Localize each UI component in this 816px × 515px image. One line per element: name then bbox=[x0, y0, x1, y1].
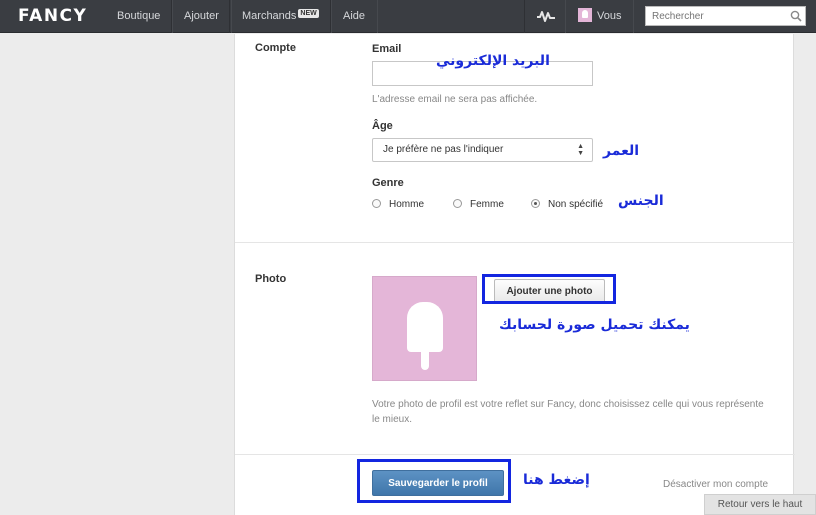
radio-label: Homme bbox=[389, 199, 425, 210]
nav-label: Marchands bbox=[242, 10, 297, 22]
radio-circle-icon bbox=[453, 199, 462, 208]
email-help-text: L'adresse email ne sera pas affichée. bbox=[372, 94, 538, 105]
age-select[interactable]: Je préfère ne pas l'indiquer ▲ ▼ bbox=[372, 138, 593, 162]
section-divider bbox=[235, 242, 795, 243]
annotation-photo: يمكنك تحميل صورة لحسابك bbox=[499, 317, 690, 333]
top-nav-bar: FANCY Boutique Ajouter Marchands NEW Aide… bbox=[0, 0, 816, 33]
annotation-save: إضغط هنا bbox=[523, 472, 590, 488]
popsicle-stick bbox=[421, 350, 429, 370]
radio-non-specifie[interactable]: Non spécifié bbox=[531, 199, 603, 210]
email-label: Email bbox=[372, 43, 402, 55]
radio-circle-icon bbox=[372, 199, 381, 208]
activity-button[interactable] bbox=[524, 0, 566, 33]
avatar bbox=[578, 8, 592, 22]
nav-label: Aide bbox=[343, 10, 366, 22]
radio-label: Non spécifié bbox=[548, 199, 604, 210]
profile-photo-placeholder bbox=[372, 276, 477, 381]
search-icon[interactable] bbox=[789, 9, 803, 23]
nav-label: Boutique bbox=[117, 10, 161, 22]
section-title-photo: Photo bbox=[255, 273, 287, 285]
popsicle-icon bbox=[407, 302, 443, 352]
photo-help-text: Votre photo de profil est votre reflet s… bbox=[372, 399, 764, 425]
deactivate-account-link[interactable]: Désactiver mon compte bbox=[663, 479, 768, 490]
nav-item-boutique[interactable]: Boutique bbox=[105, 0, 174, 33]
annotation-email: البريد الإلكتروني bbox=[436, 53, 550, 69]
new-badge: NEW bbox=[298, 9, 319, 18]
radio-checked-icon bbox=[531, 199, 540, 208]
select-arrows-icon: ▲ ▼ bbox=[577, 143, 584, 157]
nav-item-marchands[interactable]: Marchands NEW bbox=[229, 0, 332, 33]
radio-label: Femme bbox=[470, 199, 504, 210]
age-selected-value: Je préfère ne pas l'indiquer bbox=[383, 144, 504, 155]
radio-homme[interactable]: Homme bbox=[372, 199, 424, 210]
user-menu[interactable]: Vous bbox=[566, 0, 635, 33]
fancy-logo[interactable]: FANCY bbox=[18, 6, 87, 26]
annotation-gender: الجنس bbox=[618, 193, 664, 209]
annotation-box-add-photo bbox=[482, 274, 616, 304]
nav-item-ajouter[interactable]: Ajouter bbox=[171, 0, 232, 33]
nav-item-aide[interactable]: Aide bbox=[330, 0, 379, 33]
back-to-top-button[interactable]: Retour vers le haut bbox=[704, 494, 816, 515]
radio-femme[interactable]: Femme bbox=[453, 199, 504, 210]
annotation-age: العمر bbox=[603, 143, 640, 159]
gender-label: Genre bbox=[372, 177, 404, 189]
activity-icon bbox=[537, 11, 555, 22]
section-title-account: Compte bbox=[255, 42, 296, 54]
nav-label: Ajouter bbox=[184, 10, 219, 22]
age-label: Âge bbox=[372, 120, 393, 132]
user-label: Vous bbox=[597, 10, 622, 22]
section-divider bbox=[235, 454, 795, 455]
search-input[interactable] bbox=[645, 6, 806, 26]
annotation-box-save bbox=[357, 459, 511, 503]
